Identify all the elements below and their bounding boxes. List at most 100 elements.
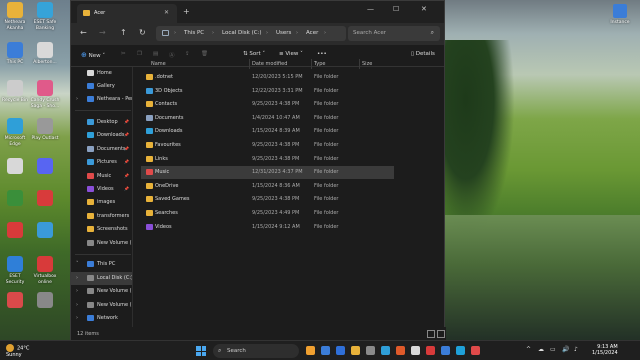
weather-widget[interactable]: 24°C Sunny	[6, 344, 29, 358]
crumb-this-pc[interactable]: This PC	[184, 30, 204, 36]
search-input[interactable]: Search Acer ⌕	[348, 26, 440, 41]
desktop-icon[interactable]	[30, 190, 60, 208]
desktop-icon[interactable]: Recycle Bin	[0, 80, 30, 104]
desktop-icon[interactable]	[30, 222, 60, 240]
close-button[interactable]: ✕	[421, 5, 427, 13]
start-button[interactable]	[196, 346, 206, 356]
desktop-icon[interactable]: Alberton...	[30, 42, 60, 66]
column-header-type[interactable]: Type	[314, 61, 325, 67]
table-row[interactable]: Videos 1/15/2024 9:12 AM File folder	[141, 221, 394, 234]
back-arrow-icon[interactable]: ←	[80, 28, 87, 37]
clock[interactable]: 9:13 AM 1/15/2024	[592, 344, 618, 356]
table-row[interactable]: Documents 1/4/2024 10:47 AM File folder	[141, 112, 394, 125]
column-divider[interactable]	[249, 59, 250, 69]
nav-item[interactable]: ˅ This PC	[71, 258, 132, 271]
column-header-date[interactable]: Date modified	[252, 61, 287, 67]
crumb-local-disk[interactable]: Local Disk (C:)	[222, 30, 262, 36]
taskbar-app-icon[interactable]	[396, 346, 405, 355]
nav-item[interactable]: Music 📌	[71, 170, 132, 183]
table-row[interactable]: Saved Games 9/25/2023 4:38 PM File folder	[141, 193, 394, 206]
desktop-icon[interactable]: Candy Crush Saga - Sho...	[30, 80, 60, 109]
desktop-icon[interactable]	[0, 190, 30, 208]
refresh-icon[interactable]: ↻	[139, 28, 146, 37]
nav-item[interactable]: images	[71, 196, 132, 209]
column-header-name[interactable]: Name	[151, 61, 166, 67]
desktop-icon[interactable]	[0, 222, 30, 240]
desktop-icon[interactable]	[30, 292, 60, 310]
nav-item[interactable]: Pictures 📌	[71, 156, 132, 169]
breadcrumb[interactable]: › This PC › Local Disk (C:) › Users › Ac…	[156, 26, 346, 41]
chevron-right-icon[interactable]: ›	[76, 275, 78, 281]
taskbar-app-icon[interactable]	[366, 346, 375, 355]
delete-icon[interactable]: 🗑	[201, 51, 208, 57]
taskbar-app-icon[interactable]	[321, 346, 330, 355]
tiles-view-icon[interactable]	[437, 330, 445, 338]
taskbar-app-icon[interactable]	[411, 346, 420, 355]
desktop-icon[interactable]: ESET Security	[0, 256, 30, 285]
nav-item[interactable]: transformers	[71, 210, 132, 223]
nav-item[interactable]: › Netheara - Perso	[71, 93, 132, 106]
close-tab-icon[interactable]: ✕	[164, 9, 169, 16]
table-row[interactable]: Music 12/31/2023 4:37 PM File folder	[141, 166, 394, 180]
column-divider[interactable]	[311, 59, 312, 69]
nav-item[interactable]: › Network	[71, 312, 132, 325]
desktop-icon[interactable]	[30, 158, 60, 176]
share-icon[interactable]: ⇪	[185, 51, 190, 57]
cut-icon[interactable]: ✂	[121, 51, 126, 57]
desktop-icon[interactable]	[0, 158, 30, 176]
chevron-down-icon[interactable]: ˅	[76, 261, 79, 267]
column-header-size[interactable]: Size	[362, 61, 372, 67]
up-arrow-icon[interactable]: ↑	[120, 28, 127, 37]
desktop-icon[interactable]	[0, 292, 30, 310]
table-row[interactable]: Links 9/25/2023 4:38 PM File folder	[141, 153, 394, 166]
new-tab-button[interactable]: +	[183, 7, 190, 16]
forward-arrow-icon[interactable]: →	[99, 28, 106, 37]
table-row[interactable]: Contacts 9/25/2023 4:38 PM File folder	[141, 98, 394, 111]
nav-item[interactable]: Downloads 📌	[71, 129, 132, 142]
taskbar-app-icon[interactable]	[456, 346, 465, 355]
desktop-icon[interactable]: Virtualbox online	[30, 256, 60, 285]
desktop-icon[interactable]: Netheara Akanha	[0, 2, 30, 31]
nav-item[interactable]: Desktop 📌	[71, 116, 132, 129]
tray-icon[interactable]: ▭	[550, 346, 556, 353]
chevron-right-icon[interactable]: ›	[76, 96, 78, 102]
taskbar-app-icon[interactable]	[426, 346, 435, 355]
tray-icon[interactable]: 🔊	[562, 346, 569, 353]
column-divider[interactable]	[359, 59, 360, 69]
nav-item[interactable]: Home	[71, 67, 132, 80]
tray-icon[interactable]: ♪	[574, 346, 578, 353]
nav-item[interactable]: › New Volume (I	[71, 285, 132, 298]
chevron-right-icon[interactable]: ›	[76, 302, 78, 308]
taskbar-app-icon[interactable]	[351, 346, 360, 355]
nav-item[interactable]: Videos 📌	[71, 183, 132, 196]
taskbar-app-icon[interactable]	[471, 346, 480, 355]
table-row[interactable]: 3D Objects 12/22/2023 3:31 PM File folder	[141, 85, 394, 98]
paste-icon[interactable]: ▤	[153, 51, 158, 57]
table-row[interactable]: Favourites 9/25/2023 4:38 PM File folder	[141, 139, 394, 152]
nav-item[interactable]: Documents 📌	[71, 143, 132, 156]
table-row[interactable]: Searches 9/25/2023 4:49 PM File folder	[141, 207, 394, 220]
nav-item[interactable]: Gallery	[71, 80, 132, 93]
taskbar-search[interactable]: ⌕ Search	[213, 344, 299, 358]
taskbar-app-icon[interactable]	[336, 346, 345, 355]
desktop-icon[interactable]: ESET Safe Banking	[30, 2, 60, 31]
maximize-button[interactable]: ☐	[393, 5, 399, 13]
table-row[interactable]: .dotnet 12/20/2023 5:15 PM File folder	[141, 71, 394, 84]
rename-icon[interactable]: Ⓐ	[169, 51, 175, 59]
table-row[interactable]: Downloads 1/15/2024 8:39 AM File folder	[141, 125, 394, 138]
minimize-button[interactable]: —	[367, 5, 374, 13]
tray-icon[interactable]: ^	[526, 346, 531, 353]
taskbar-app-icon[interactable]	[306, 346, 315, 355]
more-options-button[interactable]: •••	[317, 51, 327, 57]
details-button[interactable]: ▯ Details	[411, 51, 435, 57]
chevron-right-icon[interactable]: ›	[76, 315, 78, 321]
nav-item[interactable]: › New Volume (I	[71, 299, 132, 312]
nav-item[interactable]: Screenshots	[71, 223, 132, 236]
tray-icon[interactable]: ☁	[538, 346, 544, 353]
copy-icon[interactable]: ❐	[137, 51, 142, 57]
taskbar-app-icon[interactable]	[381, 346, 390, 355]
chevron-right-icon[interactable]: ›	[76, 288, 78, 294]
desktop-icon-right[interactable]: Instance	[603, 4, 637, 26]
view-button[interactable]: ≡ View ˅	[279, 51, 303, 57]
taskbar-app-icon[interactable]	[441, 346, 450, 355]
